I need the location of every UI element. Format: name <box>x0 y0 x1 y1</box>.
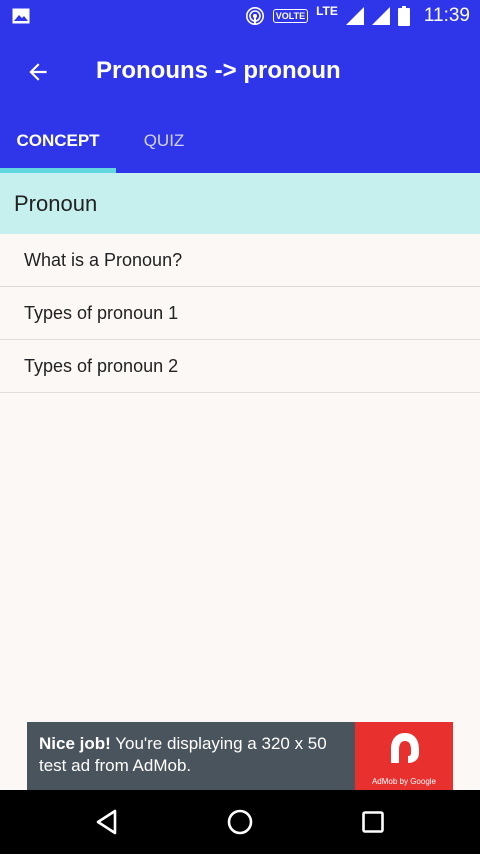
back-button[interactable] <box>18 52 58 92</box>
clock: 11:39 <box>423 5 470 26</box>
section-title: Pronoun <box>14 191 98 216</box>
arrow-left-icon <box>29 63 47 81</box>
tab-concept[interactable]: CONCEPT <box>0 110 116 173</box>
navigation-bar <box>0 790 480 854</box>
list-item-label: Types of pronoun 2 <box>24 355 179 376</box>
list-item[interactable]: What is a Pronoun? <box>0 234 480 287</box>
battery-icon <box>397 6 410 26</box>
image-icon <box>12 8 30 24</box>
hotspot-icon <box>245 7 264 25</box>
tab-bar: CONCEPT QUIZ <box>0 110 480 173</box>
section-header: Pronoun <box>0 173 480 234</box>
signal-icon <box>345 7 364 25</box>
page-title: Pronouns -> pronoun <box>96 57 341 84</box>
ad-headline: Nice job! <box>39 734 111 753</box>
triangle-back-icon <box>96 809 117 835</box>
admob-logo: AdMob by Google <box>355 722 453 790</box>
circle-home-icon <box>227 809 253 835</box>
square-recents-icon <box>362 811 384 833</box>
admob-icon <box>391 733 419 763</box>
nav-home-button[interactable] <box>220 802 260 842</box>
list-item-label: Types of pronoun 1 <box>24 302 179 323</box>
network-type: LTE <box>316 4 338 18</box>
ad-caption: AdMob by Google <box>371 777 437 786</box>
list-item-label: What is a Pronoun? <box>24 249 183 270</box>
topic-list: What is a Pronoun? Types of pronoun 1 Ty… <box>0 234 480 393</box>
volte-badge: VOLTE <box>272 9 309 23</box>
app-bar: Pronouns -> pronoun <box>0 32 480 110</box>
list-item[interactable]: Types of pronoun 1 <box>0 287 480 340</box>
nav-back-button[interactable] <box>87 802 127 842</box>
ad-text: Nice job! You're displaying a 320 x 50 t… <box>39 733 349 777</box>
list-item[interactable]: Types of pronoun 2 <box>0 340 480 393</box>
signal-icon <box>371 7 390 25</box>
status-bar: VOLTE LTE 11:39 <box>0 0 480 32</box>
tab-quiz[interactable]: QUIZ <box>116 110 212 173</box>
nav-recents-button[interactable] <box>353 802 393 842</box>
ad-banner[interactable]: Nice job! You're displaying a 320 x 50 t… <box>27 722 453 790</box>
